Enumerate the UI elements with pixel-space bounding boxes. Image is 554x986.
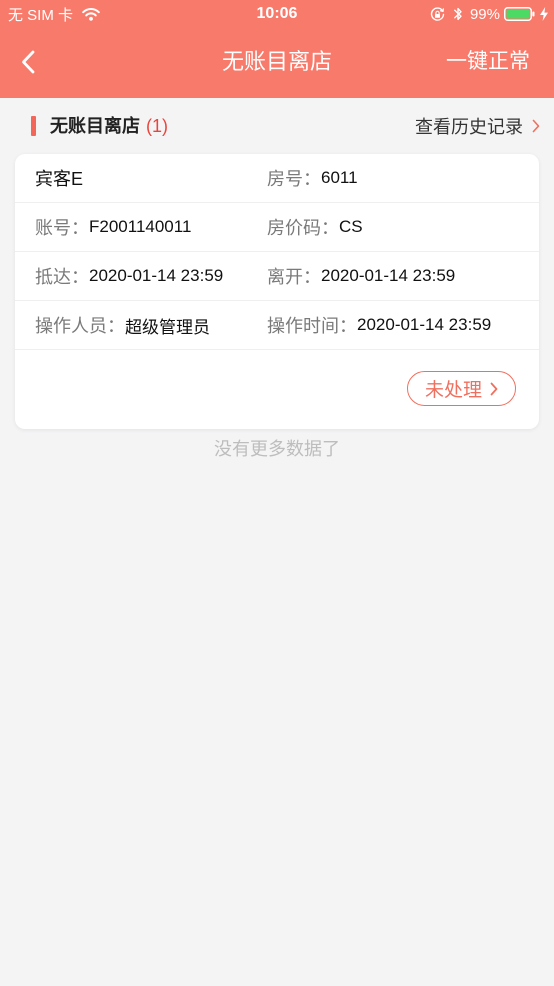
account-label: 账号： xyxy=(35,218,89,238)
status-carrier-group: 无 SIM 卡 xyxy=(8,0,100,28)
operator-cell: 操作人员： 超级管理员 xyxy=(35,301,261,349)
chevron-right-icon xyxy=(490,382,498,396)
section-accent-bar xyxy=(31,116,36,136)
view-history-label: 查看历史记录 xyxy=(415,117,523,137)
status-time: 10:06 xyxy=(256,5,298,22)
departure-label: 离开： xyxy=(267,267,321,287)
nav-bar: 无账目离店 一键正常 xyxy=(0,28,554,98)
wifi-icon xyxy=(82,7,100,21)
operation-time-value: 2020-01-14 23:59 xyxy=(357,315,492,334)
battery-percentage: 99% xyxy=(469,5,500,23)
room-number-value: 6011 xyxy=(321,168,358,187)
operation-time-label: 操作时间： xyxy=(267,316,357,336)
card-action-row: 未处理 xyxy=(15,350,539,429)
account-value: F2001140011 xyxy=(89,217,192,236)
app-header: 无 SIM 卡 10:06 99% 无账目离店 一键正常 xyxy=(0,0,554,98)
unprocessed-status-button[interactable]: 未处理 xyxy=(407,371,516,406)
guest-row: 宾客E 房号： 6011 xyxy=(15,154,539,203)
chevron-right-icon xyxy=(532,119,540,133)
section-count: (1) xyxy=(146,116,168,136)
operator-value: 超级管理员 xyxy=(125,317,210,337)
section-title: 无账目离店 (1) xyxy=(50,98,168,154)
mark-all-normal-button[interactable]: 一键正常 xyxy=(446,28,530,96)
section-header: 无账目离店 (1) 查看历史记录 xyxy=(0,98,554,154)
section-title-text: 无账目离店 xyxy=(50,116,140,136)
bluetooth-icon xyxy=(453,6,463,22)
arrival-cell: 抵达： 2020-01-14 23:59 xyxy=(35,252,261,300)
account-cell: 账号： F2001140011 xyxy=(35,203,261,251)
view-history-link[interactable]: 查看历史记录 xyxy=(415,98,540,154)
room-number-label: 房号： xyxy=(267,169,321,189)
status-bar: 无 SIM 卡 10:06 99% xyxy=(0,0,554,28)
status-indicators: 99% xyxy=(430,0,548,28)
stay-dates-row: 抵达： 2020-01-14 23:59 离开： 2020-01-14 23:5… xyxy=(15,252,539,301)
departure-cell: 离开： 2020-01-14 23:59 xyxy=(267,252,531,300)
chevron-left-icon xyxy=(21,50,35,74)
battery-icon xyxy=(504,7,535,21)
operator-label: 操作人员： xyxy=(35,316,125,336)
rate-code-label: 房价码： xyxy=(267,218,339,238)
arrival-label: 抵达： xyxy=(35,267,89,287)
back-button[interactable] xyxy=(10,40,46,84)
orientation-lock-icon xyxy=(430,6,445,22)
page-title: 无账目离店 xyxy=(221,49,332,74)
operator-row: 操作人员： 超级管理员 操作时间： 2020-01-14 23:59 xyxy=(15,301,539,350)
battery-level-fill xyxy=(506,9,530,19)
operation-time-cell: 操作时间： 2020-01-14 23:59 xyxy=(267,301,531,349)
rate-code-cell: 房价码： CS xyxy=(267,203,531,251)
departure-value: 2020-01-14 23:59 xyxy=(321,266,456,285)
guest-cell: 宾客E xyxy=(35,154,261,202)
account-row: 账号： F2001140011 房价码： CS xyxy=(15,203,539,252)
guest-name: 宾客E xyxy=(35,169,84,189)
charging-bolt-icon xyxy=(540,7,548,21)
no-more-data-text: 没有更多数据了 xyxy=(214,439,340,459)
status-button-label: 未处理 xyxy=(424,380,482,401)
record-card[interactable]: 宾客E 房号： 6011 账号： F2001140011 房价码： CS 抵达：… xyxy=(15,154,539,429)
carrier-label: 无 SIM 卡 xyxy=(8,6,74,24)
rate-code-value: CS xyxy=(339,217,363,236)
room-number-cell: 房号： 6011 xyxy=(267,154,531,202)
arrival-value: 2020-01-14 23:59 xyxy=(89,266,224,285)
